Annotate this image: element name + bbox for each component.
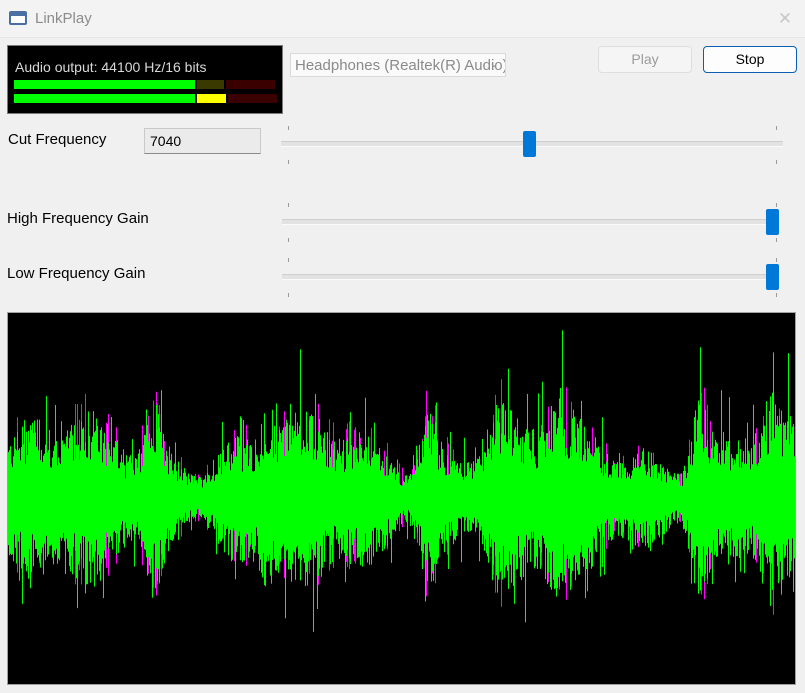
high-frequency-gain-slider-thumb[interactable] xyxy=(766,209,779,235)
vu-bar-right xyxy=(14,94,277,103)
slider-tick xyxy=(776,258,777,262)
chevron-down-icon: ⌄ xyxy=(488,56,499,70)
slider-tick xyxy=(288,238,289,242)
slider-tick xyxy=(288,293,289,297)
slider-tick xyxy=(288,258,289,262)
vu-segment xyxy=(226,80,275,89)
slider-tick xyxy=(288,203,289,207)
slider-tick xyxy=(776,160,777,164)
close-button[interactable]: ✕ xyxy=(770,4,800,34)
vu-segment xyxy=(228,94,277,103)
audio-device-select[interactable]: Headphones (Realtek(R) Audio) ⌄ xyxy=(290,53,506,77)
vu-segment xyxy=(197,94,226,103)
vu-meter: Audio output: 44100 Hz/16 bits xyxy=(7,45,283,114)
window-title: LinkPlay xyxy=(35,10,92,27)
cut-frequency-input[interactable]: 7040 xyxy=(144,128,261,154)
slider-tick xyxy=(288,126,289,130)
vu-segment xyxy=(14,80,195,89)
slider-tick xyxy=(776,238,777,242)
slider-tick xyxy=(776,293,777,297)
title-bar: LinkPlay ✕ xyxy=(0,0,805,38)
slider-tick xyxy=(776,203,777,207)
title-divider xyxy=(0,37,805,38)
audio-device-value: Headphones (Realtek(R) Audio) xyxy=(295,57,506,74)
slider-tick xyxy=(776,126,777,130)
vu-bar-left xyxy=(14,80,277,89)
low-frequency-gain-slider[interactable] xyxy=(282,274,778,280)
vu-segment xyxy=(197,80,224,89)
high-frequency-gain-slider[interactable] xyxy=(282,219,778,225)
vu-segment xyxy=(14,94,195,103)
cut-frequency-slider-thumb[interactable] xyxy=(523,131,537,157)
stop-button[interactable]: Stop xyxy=(703,46,797,73)
audio-output-label: Audio output: 44100 Hz/16 bits xyxy=(15,59,207,75)
cut-frequency-label: Cut Frequency xyxy=(8,131,107,148)
play-button[interactable]: Play xyxy=(598,46,692,73)
high-frequency-gain-label: High Frequency Gain xyxy=(7,210,149,227)
waveform-graph xyxy=(8,330,795,632)
waveform-display xyxy=(7,312,796,685)
app-window-icon xyxy=(9,11,27,25)
slider-tick xyxy=(288,160,289,164)
waveform-left-channel xyxy=(8,330,795,632)
low-frequency-gain-label: Low Frequency Gain xyxy=(7,265,146,282)
low-frequency-gain-slider-thumb[interactable] xyxy=(766,264,779,290)
